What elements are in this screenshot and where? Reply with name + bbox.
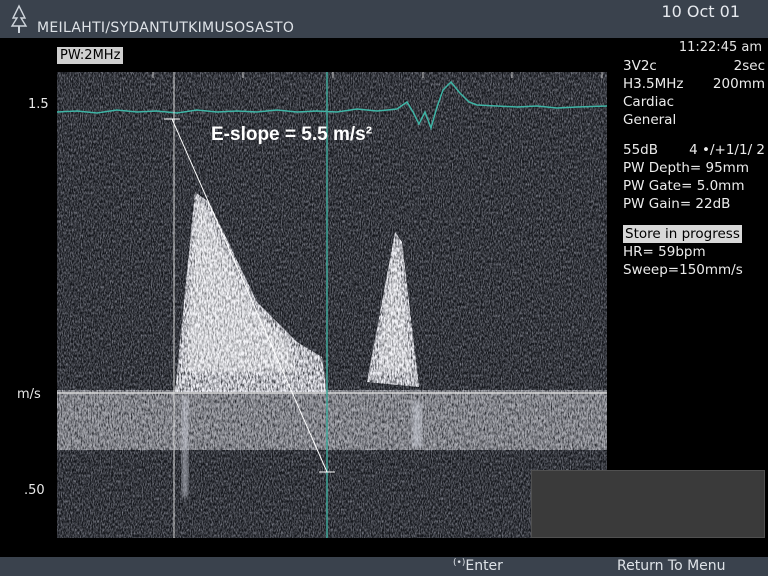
site-name: MEILAHTI/SYDANTUTKIMUSOSASTO (37, 20, 295, 36)
scan-parameters-panel: 3V2c 2sec H3.5MHz 200mm Cardiac General … (623, 57, 765, 279)
gain-db-label: 55dB (623, 142, 659, 158)
ultrasound-screen: MEILAHTI/SYDANTUTKIMUSOSASTO 10 Oct 01 P… (0, 0, 768, 576)
pw-gate-label: PW Gate= 5.0mm (623, 178, 745, 194)
gain-row: 55dB 4 •/+1/1/ 2 (623, 141, 765, 159)
trackball-icon: (•) (453, 558, 466, 568)
blank-overlay-panel (531, 470, 765, 538)
y-axis-bottom-label: .50 (24, 483, 45, 498)
y-axis-top-label: 1.5 (28, 97, 49, 112)
pw-depth-label: PW Depth= 95mm (623, 160, 749, 176)
settings-label: 4 •/+1/1/ 2 (689, 142, 765, 158)
probe-label: 3V2c (623, 58, 657, 74)
preset-label: General (623, 112, 677, 128)
pw-gain-label: PW Gain= 22dB (623, 196, 731, 212)
enter-button[interactable]: (•)Enter (453, 558, 503, 574)
frequency-label: H3.5MHz (623, 76, 684, 92)
tree-logo-icon (10, 4, 28, 33)
date-label: 10 Oct 01 (661, 2, 740, 21)
frequency-row: H3.5MHz 200mm (623, 75, 765, 93)
enter-label: Enter (465, 558, 503, 574)
y-axis-unit-label: m/s (17, 387, 41, 402)
title-bar: MEILAHTI/SYDANTUTKIMUSOSASTO 10 Oct 01 (0, 0, 768, 38)
e-slope-annotation: E-slope = 5.5 m/s² (211, 124, 373, 145)
heart-rate-label: HR= 59bpm (623, 244, 706, 260)
bottom-menu-bar: (•)Enter Return To Menu (0, 557, 768, 576)
sweep-time-label: 2sec (733, 58, 765, 74)
baseline-band (57, 390, 607, 450)
app-label: Cardiac (623, 94, 675, 110)
doppler-mode-label: PW:2MHz (57, 47, 124, 64)
store-status-row: Store in progress (623, 225, 765, 243)
sweep-speed-label: Sweep=150mm/s (623, 262, 743, 278)
clock-time: 11:22:45 am (678, 40, 762, 55)
return-to-menu-button[interactable]: Return To Menu (617, 558, 726, 574)
depth-label: 200mm (712, 76, 765, 92)
store-status-badge: Store in progress (623, 225, 742, 243)
probe-row: 3V2c 2sec (623, 57, 765, 75)
